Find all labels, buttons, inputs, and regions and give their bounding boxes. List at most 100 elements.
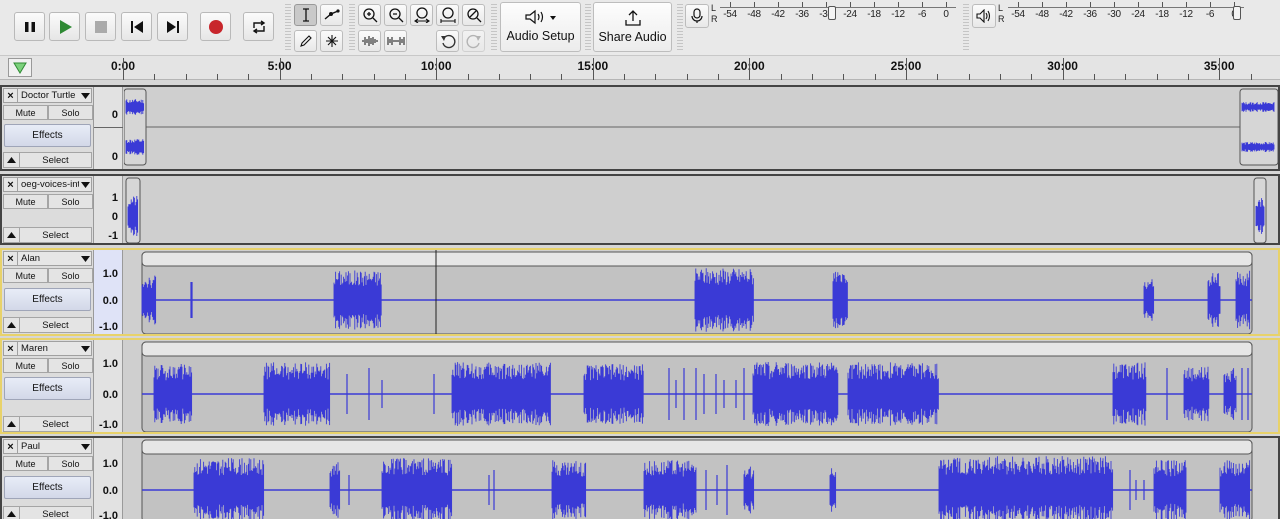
- ruler-tick: [812, 74, 814, 80]
- close-track-icon[interactable]: ×: [4, 89, 18, 102]
- waveform-area[interactable]: [124, 87, 1278, 169]
- track-name-menu[interactable]: × Alan: [3, 251, 92, 266]
- effects-button[interactable]: Effects: [4, 377, 91, 400]
- draw-tool-button[interactable]: [294, 30, 317, 52]
- audio-setup-button[interactable]: Audio Setup: [500, 2, 581, 52]
- waveform-area[interactable]: [124, 340, 1278, 432]
- share-audio-button[interactable]: Share Audio: [593, 2, 672, 52]
- chevron-down-icon: [549, 16, 556, 20]
- ruler-tick: [279, 58, 281, 80]
- close-track-icon[interactable]: ×: [4, 252, 18, 265]
- track-name-menu[interactable]: × Maren: [3, 341, 92, 356]
- fit-selection-button[interactable]: [410, 4, 433, 26]
- multi-tool-button[interactable]: [320, 30, 343, 52]
- loop-button[interactable]: [243, 12, 274, 41]
- waveform-area[interactable]: [124, 438, 1278, 519]
- track-oeg-voices-int[interactable]: × oeg-voices-int Mute Solo Select 1 0 -1: [0, 174, 1280, 245]
- solo-button[interactable]: Solo: [48, 105, 93, 120]
- track-name-menu[interactable]: × Paul: [3, 439, 92, 454]
- playback-meter[interactable]: -54-48-42-36-30-24-18-12-60: [1008, 2, 1244, 26]
- zoom-out-button[interactable]: [384, 4, 407, 26]
- record-meter-button[interactable]: [685, 4, 709, 28]
- select-button[interactable]: Select: [20, 417, 91, 431]
- collapse-track-icon[interactable]: [4, 153, 20, 167]
- play-button[interactable]: [49, 12, 80, 41]
- toolbar-grip[interactable]: [963, 4, 969, 52]
- envelope-tool-button[interactable]: [320, 4, 343, 26]
- recording-meter-slider-thumb[interactable]: [828, 6, 836, 20]
- waveform-area[interactable]: [124, 250, 1278, 334]
- trim-audio-button[interactable]: [358, 30, 381, 52]
- effects-button[interactable]: Effects: [4, 476, 91, 499]
- vertical-ruler[interactable]: 1.0 0.0 -1.0: [94, 438, 123, 519]
- toolbar-grip[interactable]: [677, 4, 683, 52]
- track-name: oeg-voices-int: [21, 179, 79, 190]
- skip-to-end-button[interactable]: [157, 12, 188, 41]
- solo-button[interactable]: Solo: [48, 358, 93, 373]
- pause-button[interactable]: [14, 12, 45, 41]
- mute-button[interactable]: Mute: [3, 194, 48, 209]
- vertical-ruler[interactable]: 1.0 0.0 -1.0: [94, 250, 123, 334]
- collapse-track-icon[interactable]: [4, 507, 20, 519]
- stop-button[interactable]: [85, 12, 116, 41]
- solo-button[interactable]: Solo: [48, 268, 93, 283]
- mute-button[interactable]: Mute: [3, 105, 48, 120]
- fit-project-button[interactable]: [436, 4, 459, 26]
- toolbar-grip[interactable]: [285, 4, 291, 52]
- collapse-track-icon[interactable]: [4, 228, 20, 242]
- track-alan[interactable]: × Alan Mute Solo Effects Select 1.0 0.0 …: [0, 248, 1280, 336]
- ruler-tick: [185, 74, 187, 80]
- playback-meter-button[interactable]: [972, 4, 996, 28]
- scale-label: 1.0: [102, 358, 118, 370]
- zoom-in-button[interactable]: [358, 4, 381, 26]
- record-button[interactable]: [200, 12, 231, 41]
- meter-tick-label: -6: [1205, 9, 1215, 20]
- effects-button[interactable]: Effects: [4, 288, 91, 311]
- solo-button[interactable]: Solo: [48, 194, 93, 209]
- collapse-track-icon[interactable]: [4, 318, 20, 332]
- ruler-tick: [749, 58, 751, 80]
- toolbar-grip[interactable]: [349, 4, 355, 52]
- effects-button[interactable]: Effects: [4, 124, 91, 147]
- select-button[interactable]: Select: [20, 153, 91, 167]
- vertical-ruler[interactable]: 0 0: [94, 87, 123, 169]
- solo-button[interactable]: Solo: [48, 456, 93, 471]
- undo-button[interactable]: [436, 30, 459, 52]
- collapse-track-icon[interactable]: [4, 417, 20, 431]
- mute-button[interactable]: Mute: [3, 456, 48, 471]
- track-control-panel: × Maren Mute Solo Effects Select: [2, 340, 94, 432]
- selection-tool-button[interactable]: [294, 4, 317, 26]
- ruler-tick: [1031, 74, 1033, 80]
- waveform-area[interactable]: [124, 176, 1278, 243]
- redo-button[interactable]: [462, 30, 485, 52]
- track-name-menu[interactable]: × oeg-voices-int: [3, 177, 92, 192]
- timeline-ruler[interactable]: 0:005:0010:0015:0020:0025:0030:0035:00: [0, 56, 1280, 80]
- track-maren[interactable]: × Maren Mute Solo Effects Select 1.0 0.0…: [0, 338, 1280, 434]
- skip-to-start-button[interactable]: [121, 12, 152, 41]
- close-track-icon[interactable]: ×: [4, 342, 18, 355]
- select-button[interactable]: Select: [20, 228, 91, 242]
- select-button[interactable]: Select: [20, 507, 91, 519]
- playback-meter-slider-thumb[interactable]: [1233, 6, 1241, 20]
- chevron-down-icon: [79, 443, 91, 450]
- track-paul[interactable]: × Paul Mute Solo Effects Select 1.0 0.0 …: [0, 436, 1280, 519]
- toolbar-grip[interactable]: [491, 4, 497, 52]
- recording-meter[interactable]: -54 -48 -42 -36 -30 -24 -18 -12 -6 0: [720, 2, 956, 26]
- mute-button[interactable]: Mute: [3, 358, 48, 373]
- select-button[interactable]: Select: [20, 318, 91, 332]
- zoom-toggle-button[interactable]: [462, 4, 485, 26]
- zoom-in-icon: [362, 8, 377, 23]
- vertical-ruler[interactable]: 1 0 -1: [94, 176, 123, 243]
- track-control-panel: × Paul Mute Solo Effects Select: [2, 438, 94, 519]
- close-track-icon[interactable]: ×: [4, 440, 18, 453]
- close-track-icon[interactable]: ×: [4, 178, 18, 191]
- vertical-ruler[interactable]: 1.0 0.0 -1.0: [94, 340, 123, 432]
- track-name-menu[interactable]: × Doctor Turtle: [3, 88, 92, 103]
- meter-tick-label: -6: [917, 9, 927, 20]
- toolbar-grip[interactable]: [585, 4, 591, 52]
- track-doctor-turtle[interactable]: × Doctor Turtle Mute Solo Effects Select…: [0, 85, 1280, 171]
- mute-button[interactable]: Mute: [3, 268, 48, 283]
- ruler-tick: [874, 74, 876, 80]
- track-name: Maren: [21, 343, 48, 354]
- silence-audio-button[interactable]: [384, 30, 407, 52]
